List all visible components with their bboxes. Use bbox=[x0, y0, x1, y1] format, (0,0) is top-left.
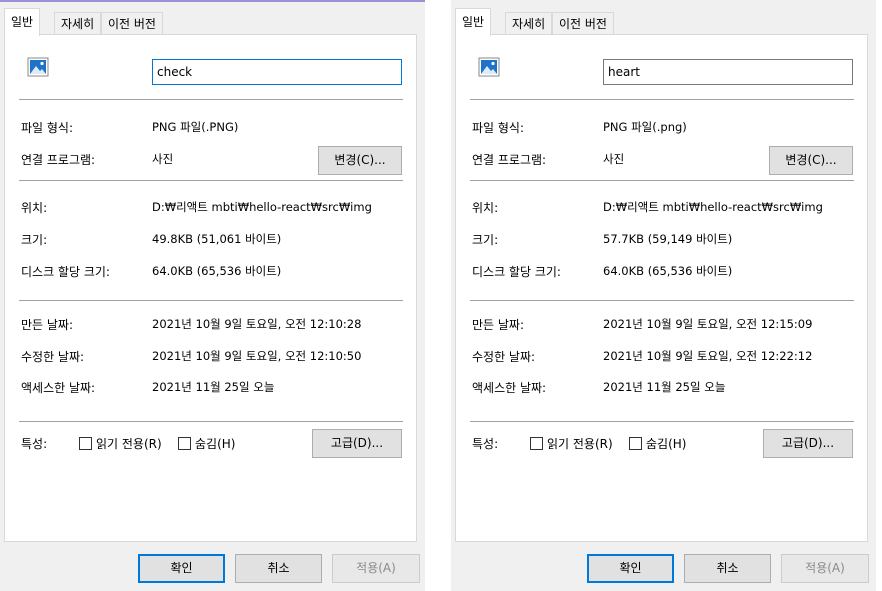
ok-button[interactable]: 확인 bbox=[587, 554, 674, 583]
readonly-label[interactable]: 읽기 전용(R) bbox=[96, 435, 162, 452]
cancel-button[interactable]: 취소 bbox=[684, 554, 771, 583]
size-on-disk-value: 64.0KB (65,536 바이트) bbox=[152, 264, 282, 278]
accessed-value: 2021년 11월 25일 오늘 bbox=[603, 380, 726, 394]
opens-with-value: 사진 bbox=[603, 152, 625, 166]
size-on-disk-label: 디스크 할당 크기: bbox=[472, 265, 561, 279]
change-button[interactable]: 변경(C)... bbox=[318, 146, 402, 175]
readonly-checkbox[interactable] bbox=[79, 437, 92, 450]
location-value: D:₩리액트 mbti₩hello-react₩src₩img bbox=[603, 200, 823, 214]
ok-button[interactable]: 확인 bbox=[138, 554, 225, 583]
size-on-disk-label: 디스크 할당 크기: bbox=[21, 265, 110, 279]
created-value: 2021년 10월 9일 토요일, 오전 12:10:28 bbox=[152, 317, 362, 331]
apply-button[interactable]: 적용(A) bbox=[332, 554, 420, 583]
hidden-checkbox[interactable] bbox=[629, 437, 642, 450]
modified-value: 2021년 10월 9일 토요일, 오전 12:10:50 bbox=[152, 349, 362, 363]
size-label: 크기: bbox=[472, 233, 499, 247]
attributes-label: 특성: bbox=[21, 437, 48, 451]
advanced-button[interactable]: 고급(D)... bbox=[763, 429, 853, 458]
separator bbox=[19, 99, 403, 100]
hidden-label[interactable]: 숨김(H) bbox=[195, 435, 235, 452]
properties-dialog-check: 일반 자세히 이전 버전 check 파일 형식: PNG 파일(.PNG) 연… bbox=[0, 0, 425, 591]
file-type-value: PNG 파일(.PNG) bbox=[152, 120, 239, 134]
tab-general[interactable]: 일반 bbox=[4, 8, 41, 36]
separator bbox=[19, 421, 403, 422]
attributes-label: 특성: bbox=[472, 437, 499, 451]
properties-dialog-heart: 일반 자세히 이전 버전 heart 파일 형식: PNG 파일(.png) 연… bbox=[451, 0, 876, 591]
window-accent-line bbox=[0, 0, 425, 2]
hidden-label[interactable]: 숨김(H) bbox=[646, 435, 686, 452]
readonly-label[interactable]: 읽기 전용(R) bbox=[547, 435, 613, 452]
modified-label: 수정한 날짜: bbox=[472, 350, 536, 364]
size-label: 크기: bbox=[21, 233, 48, 247]
location-label: 위치: bbox=[21, 201, 48, 215]
separator bbox=[470, 99, 854, 100]
separator bbox=[19, 300, 403, 301]
separator bbox=[470, 180, 854, 181]
location-label: 위치: bbox=[472, 201, 499, 215]
image-file-icon bbox=[27, 57, 49, 77]
advanced-button[interactable]: 고급(D)... bbox=[312, 429, 402, 458]
file-type-label: 파일 형식: bbox=[472, 121, 525, 135]
tab-previous-versions[interactable]: 이전 버전 bbox=[552, 12, 614, 34]
created-value: 2021년 10월 9일 토요일, 오전 12:15:09 bbox=[603, 317, 813, 331]
tab-details[interactable]: 자세히 bbox=[505, 12, 553, 34]
created-label: 만든 날짜: bbox=[21, 318, 74, 332]
size-on-disk-value: 64.0KB (65,536 바이트) bbox=[603, 264, 733, 278]
separator bbox=[19, 180, 403, 181]
separator bbox=[470, 421, 854, 422]
file-type-value: PNG 파일(.png) bbox=[603, 120, 687, 134]
general-panel: heart 파일 형식: PNG 파일(.png) 연결 프로그램: 사진 변경… bbox=[455, 34, 868, 542]
modified-label: 수정한 날짜: bbox=[21, 350, 85, 364]
tab-previous-versions[interactable]: 이전 버전 bbox=[101, 12, 163, 34]
opens-with-label: 연결 프로그램: bbox=[21, 153, 96, 167]
size-value: 57.7KB (59,149 바이트) bbox=[603, 232, 733, 246]
accessed-label: 액세스한 날짜: bbox=[21, 381, 96, 395]
accessed-value: 2021년 11월 25일 오늘 bbox=[152, 380, 275, 394]
apply-button[interactable]: 적용(A) bbox=[781, 554, 869, 583]
opens-with-label: 연결 프로그램: bbox=[472, 153, 547, 167]
tab-general[interactable]: 일반 bbox=[455, 8, 492, 36]
opens-with-value: 사진 bbox=[152, 152, 174, 166]
general-panel: check 파일 형식: PNG 파일(.PNG) 연결 프로그램: 사진 변경… bbox=[4, 34, 417, 542]
change-button[interactable]: 변경(C)... bbox=[769, 146, 853, 175]
image-file-icon bbox=[478, 57, 500, 77]
tab-details[interactable]: 자세히 bbox=[54, 12, 102, 34]
accessed-label: 액세스한 날짜: bbox=[472, 381, 547, 395]
created-label: 만든 날짜: bbox=[472, 318, 525, 332]
file-name-input[interactable]: heart bbox=[603, 59, 853, 85]
location-value: D:₩리액트 mbti₩hello-react₩src₩img bbox=[152, 200, 372, 214]
size-value: 49.8KB (51,061 바이트) bbox=[152, 232, 282, 246]
file-name-input[interactable]: check bbox=[152, 59, 402, 85]
modified-value: 2021년 10월 9일 토요일, 오전 12:22:12 bbox=[603, 349, 813, 363]
hidden-checkbox[interactable] bbox=[178, 437, 191, 450]
readonly-checkbox[interactable] bbox=[530, 437, 543, 450]
file-type-label: 파일 형식: bbox=[21, 121, 74, 135]
separator bbox=[470, 300, 854, 301]
cancel-button[interactable]: 취소 bbox=[235, 554, 322, 583]
